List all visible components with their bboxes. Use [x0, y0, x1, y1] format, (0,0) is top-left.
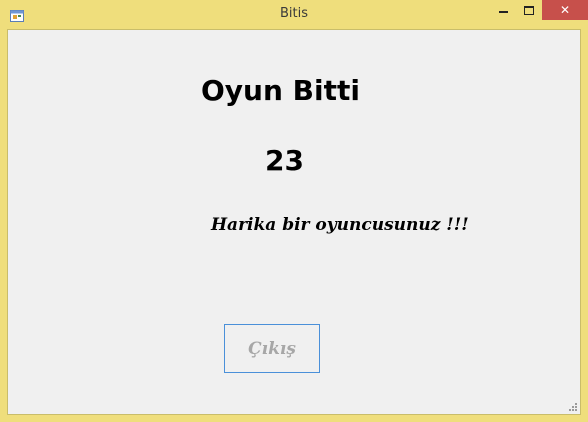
- praise-message: Harika bir oyuncusunuz !!!: [211, 215, 469, 235]
- minimize-icon: [498, 11, 508, 13]
- game-over-heading: Oyun Bitti: [201, 74, 360, 107]
- exit-button[interactable]: Çıkış: [224, 324, 320, 373]
- close-button[interactable]: ✕: [542, 0, 588, 20]
- exit-button-label: Çıkış: [248, 338, 296, 359]
- form-client-area: Oyun Bitti 23 Harika bir oyuncusunuz !!!…: [7, 29, 581, 415]
- close-icon: ✕: [559, 3, 571, 17]
- maximize-icon: [524, 5, 534, 15]
- resize-grip-icon[interactable]: [568, 402, 577, 411]
- bitis-window: Bitis ✕ Oyun Bitti 23 Harika bir oyuncus…: [0, 0, 588, 422]
- title-bar[interactable]: Bitis ✕: [0, 0, 588, 28]
- score-label: 23: [265, 144, 304, 177]
- maximize-button[interactable]: [516, 0, 542, 20]
- minimize-button[interactable]: [490, 0, 516, 20]
